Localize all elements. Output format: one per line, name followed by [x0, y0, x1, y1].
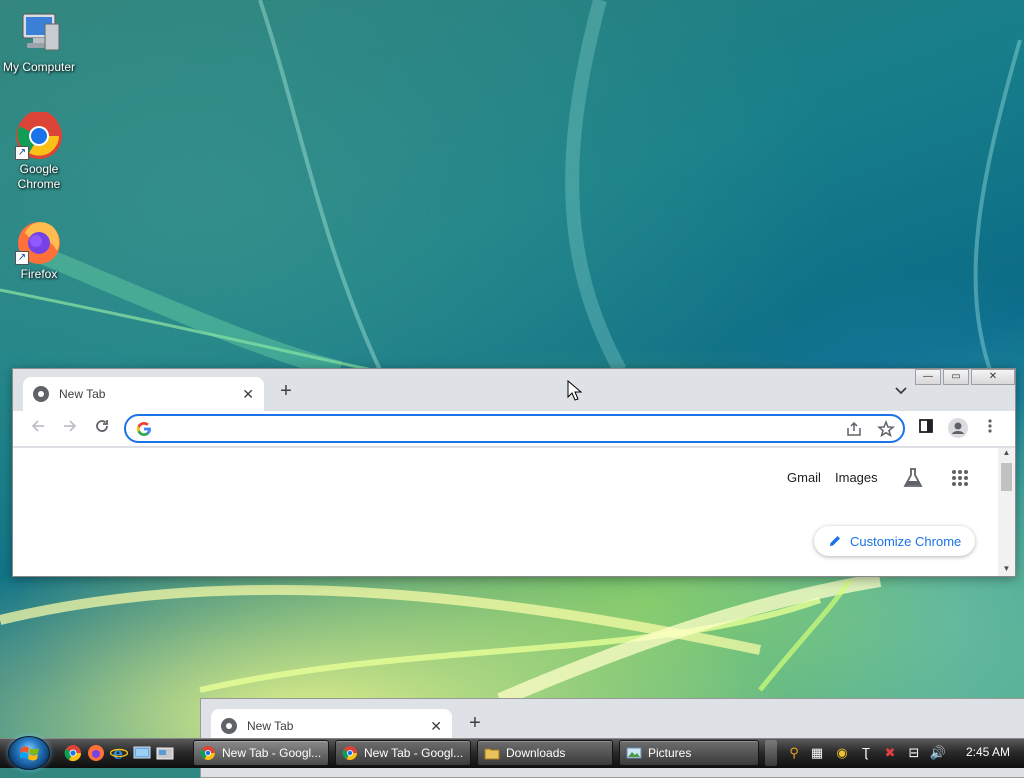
- profile-avatar-icon: [948, 418, 968, 438]
- quicklaunch-switch-windows-icon[interactable]: [156, 744, 174, 762]
- side-panel-icon: [919, 419, 933, 433]
- back-button[interactable]: [27, 418, 49, 440]
- taskbar-clock[interactable]: 2:45 AM: [966, 745, 1010, 759]
- taskbar-button-label: Pictures: [648, 746, 692, 760]
- taskbar-button-pictures[interactable]: Pictures: [619, 740, 759, 766]
- labs-flask-icon[interactable]: [902, 467, 924, 489]
- chrome-icon: [200, 746, 215, 760]
- kebab-menu-icon: [988, 419, 992, 433]
- close-tab-icon[interactable]: ✕: [430, 718, 442, 735]
- back-arrow-icon: [31, 420, 44, 432]
- forward-arrow-icon: [64, 420, 77, 432]
- desktop-icon-label: My Computer: [2, 60, 76, 74]
- desktop-icon-label: Google Chrome: [17, 162, 61, 191]
- quicklaunch-chrome-icon[interactable]: [64, 744, 82, 762]
- chrome-icon: ↗: [15, 110, 63, 160]
- taskbar-button-label: Downloads: [506, 746, 566, 760]
- scroll-down-arrow-icon[interactable]: ▼: [998, 564, 1015, 576]
- taskbar-button-label: New Tab - Googl...: [364, 746, 464, 760]
- taskbar-button-label: New Tab - Googl...: [222, 746, 322, 760]
- taskbar-button-chrome-1[interactable]: New Tab - Googl...: [193, 740, 329, 766]
- mouse-cursor-icon: [567, 380, 583, 401]
- tab-strip: New Tab ✕ +: [13, 369, 1015, 411]
- customize-chrome-label: Customize Chrome: [850, 533, 962, 549]
- quicklaunch-firefox-icon[interactable]: [87, 744, 105, 762]
- firefox-icon: ↗: [15, 217, 63, 265]
- search-icon[interactable]: ⚲: [785, 744, 803, 762]
- network-disconnected-icon[interactable]: ✖: [881, 744, 899, 762]
- gmail-link[interactable]: Gmail: [787, 470, 821, 485]
- google-apps-grid-icon[interactable]: [951, 469, 969, 487]
- folder-icon: [484, 748, 500, 760]
- scrollbar-thumb[interactable]: [1001, 463, 1012, 491]
- quicklaunch-internet-explorer-icon[interactable]: e: [110, 744, 128, 762]
- quicklaunch-show-desktop-icon[interactable]: [133, 744, 151, 762]
- address-bar[interactable]: [124, 414, 905, 443]
- browser-window[interactable]: New Tab ✕ + — ▭ ✕ Gmail Images Customize…: [12, 368, 1016, 577]
- shortcut-arrow-icon: ↗: [15, 251, 29, 265]
- close-window-button[interactable]: ✕: [971, 369, 1015, 385]
- scroll-up-arrow-icon[interactable]: ▲: [998, 448, 1015, 460]
- computer-icon: [15, 10, 63, 58]
- address-input[interactable]: [160, 419, 830, 439]
- reload-icon: [96, 420, 108, 432]
- chrome-icon: [342, 746, 357, 760]
- new-tab-button[interactable]: +: [464, 713, 486, 735]
- start-button[interactable]: [8, 736, 50, 770]
- desktop-icon-my-computer[interactable]: My Computer: [1, 10, 77, 75]
- desktop-icon-firefox[interactable]: ↗ Firefox: [1, 217, 77, 282]
- browser-toolbar: [13, 411, 1015, 447]
- network-status-icon[interactable]: ⊟: [905, 744, 923, 762]
- forward-button[interactable]: [59, 418, 81, 440]
- new-tab-page: Gmail Images Customize Chrome ▲ ▼: [13, 448, 1015, 576]
- chrome-menu-button[interactable]: [979, 418, 1001, 440]
- google-g-icon: [136, 422, 151, 436]
- windows-logo-icon: [20, 746, 39, 761]
- taskbar-scroll-handle[interactable]: [765, 740, 777, 766]
- side-panel-button[interactable]: [915, 418, 937, 440]
- taskbar-button-chrome-2[interactable]: New Tab - Googl...: [335, 740, 471, 766]
- desktop-icon-label: Firefox: [20, 267, 58, 281]
- tab-title: New Tab: [59, 387, 106, 401]
- svg-text:e: e: [113, 744, 123, 762]
- tab-search-chevron-icon[interactable]: [893, 383, 909, 399]
- security-shield-icon[interactable]: ◉: [833, 744, 851, 762]
- pencil-icon: [830, 536, 840, 546]
- minimize-button[interactable]: —: [915, 369, 941, 385]
- bookmark-star-icon[interactable]: [877, 420, 895, 438]
- chrome-tab-icon: [221, 718, 237, 734]
- new-tab-button[interactable]: +: [275, 381, 297, 403]
- reload-button[interactable]: [91, 418, 113, 440]
- volume-speaker-icon[interactable]: 🔊: [929, 744, 947, 762]
- language-bar-icon[interactable]: Ʈ: [857, 744, 875, 762]
- pictures-icon: [626, 747, 642, 759]
- desktop-icon-google-chrome[interactable]: ↗ Google Chrome: [1, 110, 77, 192]
- vertical-scrollbar[interactable]: ▲ ▼: [998, 448, 1015, 576]
- window-caption-buttons: — ▭ ✕: [913, 369, 1015, 385]
- tab-new-tab[interactable]: New Tab ✕: [23, 377, 264, 411]
- share-icon[interactable]: [845, 420, 863, 438]
- chrome-tab-icon: [33, 386, 49, 402]
- taskbar-button-downloads[interactable]: Downloads: [477, 740, 613, 766]
- maximize-button[interactable]: ▭: [943, 369, 969, 385]
- network-connections-icon[interactable]: ▦: [808, 744, 826, 762]
- images-link[interactable]: Images: [835, 470, 878, 485]
- tab-title: New Tab: [247, 719, 294, 733]
- customize-chrome-button[interactable]: Customize Chrome: [814, 526, 976, 556]
- close-tab-icon[interactable]: ✕: [242, 386, 254, 403]
- shortcut-arrow-icon: ↗: [15, 146, 29, 160]
- profile-button[interactable]: [947, 418, 969, 440]
